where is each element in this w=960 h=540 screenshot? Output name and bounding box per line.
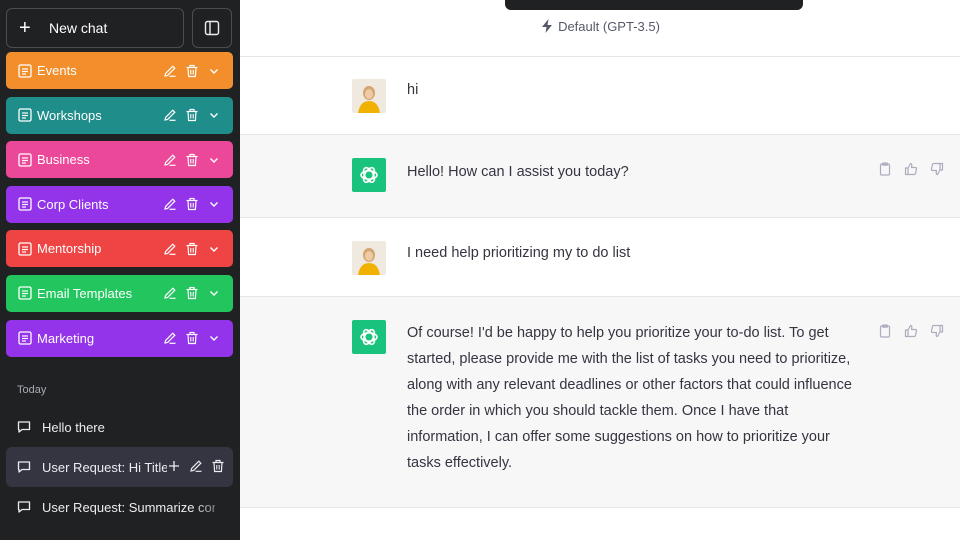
trash-icon[interactable]	[185, 242, 199, 256]
history-item-title: User Request: Summarize con	[42, 499, 215, 515]
add-icon[interactable]	[167, 459, 181, 473]
folder-icon	[18, 153, 32, 167]
thumbs-up-icon[interactable]	[904, 324, 918, 338]
message-assistant: Of course! I'd be happy to help you prio…	[240, 296, 960, 508]
sidebar-toggle-button[interactable]	[192, 8, 232, 48]
folder-icon	[18, 108, 32, 122]
plus-icon: +	[19, 17, 31, 39]
folder-name: Email Templates	[37, 285, 133, 301]
chat-bubble-icon	[17, 421, 31, 433]
folder-marketing[interactable]: Marketing	[6, 319, 233, 357]
chat-main: Default (GPT-3.5) hi Hello! How can I as…	[240, 0, 960, 540]
chat-history-list: Hello there User Request: Hi Title User …	[6, 407, 233, 527]
message-text: Of course! I'd be happy to help you prio…	[407, 325, 852, 471]
new-chat-label: New chat	[49, 20, 108, 36]
text-fade	[193, 487, 233, 527]
message-user: I need help prioritizing my to do list	[240, 217, 960, 296]
new-chat-button[interactable]: + New chat	[6, 8, 184, 48]
chevron-down-icon[interactable]	[207, 331, 221, 345]
message-assistant: Hello! How can I assist you today?	[240, 134, 960, 217]
folder-name: Workshops	[37, 107, 102, 123]
history-item-active[interactable]: User Request: Hi Title	[6, 447, 233, 487]
edit-icon[interactable]	[163, 108, 177, 122]
folder-name: Marketing	[37, 330, 95, 346]
user-avatar	[352, 79, 386, 113]
folder-events[interactable]: Events	[6, 52, 233, 89]
trash-icon[interactable]	[185, 108, 199, 122]
folder-business[interactable]: Business	[6, 141, 233, 179]
folder-mentorship[interactable]: Mentorship	[6, 230, 233, 268]
history-item[interactable]: Hello there	[6, 407, 233, 447]
message-text: Hello! How can I assist you today?	[407, 164, 629, 180]
clipboard-icon[interactable]	[878, 324, 892, 338]
history-section-label: Today	[17, 384, 47, 396]
folder-workshops[interactable]: Workshops	[6, 96, 233, 134]
folder-corp-clients[interactable]: Corp Clients	[6, 185, 233, 223]
edit-icon[interactable]	[163, 153, 177, 167]
folder-name: Business	[37, 152, 90, 168]
thumbs-down-icon[interactable]	[930, 324, 944, 338]
folder-icon	[18, 197, 32, 211]
thumbs-down-icon[interactable]	[930, 162, 944, 176]
edit-icon[interactable]	[163, 286, 177, 300]
sidebar-toggle-icon	[204, 20, 220, 36]
message-user: hi	[240, 56, 960, 134]
message-tools	[878, 324, 944, 338]
chevron-down-icon[interactable]	[207, 64, 221, 78]
edit-icon[interactable]	[163, 242, 177, 256]
message-text: hi	[407, 82, 419, 98]
folder-icon	[18, 286, 32, 301]
chevron-down-icon[interactable]	[207, 242, 221, 256]
trash-icon[interactable]	[211, 459, 225, 473]
thumbs-up-icon[interactable]	[904, 162, 918, 176]
chevron-down-icon[interactable]	[207, 153, 221, 167]
model-indicator[interactable]: Default (GPT-3.5)	[240, 18, 960, 34]
trash-icon[interactable]	[185, 286, 199, 300]
folder-icon	[18, 242, 32, 256]
history-item[interactable]: User Request: Summarize con	[6, 487, 233, 527]
trash-icon[interactable]	[185, 331, 199, 345]
assistant-avatar	[352, 320, 386, 354]
model-label: Default (GPT-3.5)	[558, 18, 660, 34]
folder-list: Events Workshops Business Corp Clients M…	[6, 52, 233, 364]
folder-icon	[18, 331, 32, 345]
trash-icon[interactable]	[185, 153, 199, 167]
edit-icon[interactable]	[163, 197, 177, 211]
chevron-down-icon[interactable]	[207, 286, 221, 300]
folder-email-templates[interactable]: Email Templates	[6, 274, 233, 312]
top-overlay-bar	[505, 0, 803, 10]
edit-icon[interactable]	[163, 64, 177, 78]
trash-icon[interactable]	[185, 64, 199, 78]
history-item-title: Hello there	[42, 419, 105, 435]
assistant-avatar	[352, 158, 386, 192]
chat-bubble-icon	[17, 501, 31, 513]
folder-icon	[18, 63, 32, 78]
user-avatar	[352, 241, 386, 275]
folder-name: Mentorship	[37, 241, 102, 257]
sidebar: + New chat Events Workshops Business Cor…	[0, 0, 240, 540]
folder-name: Events	[37, 63, 77, 78]
sidebar-top-row: + New chat	[6, 8, 232, 48]
folder-name: Corp Clients	[37, 196, 109, 212]
lightning-icon	[542, 19, 553, 33]
edit-icon[interactable]	[163, 331, 177, 345]
edit-icon[interactable]	[189, 459, 203, 473]
message-text: I need help prioritizing my to do list	[407, 245, 631, 261]
message-tools	[878, 162, 944, 176]
trash-icon[interactable]	[185, 197, 199, 211]
chevron-down-icon[interactable]	[207, 108, 221, 122]
clipboard-icon[interactable]	[878, 162, 892, 176]
chat-bubble-icon	[17, 461, 31, 473]
chevron-down-icon[interactable]	[207, 197, 221, 211]
